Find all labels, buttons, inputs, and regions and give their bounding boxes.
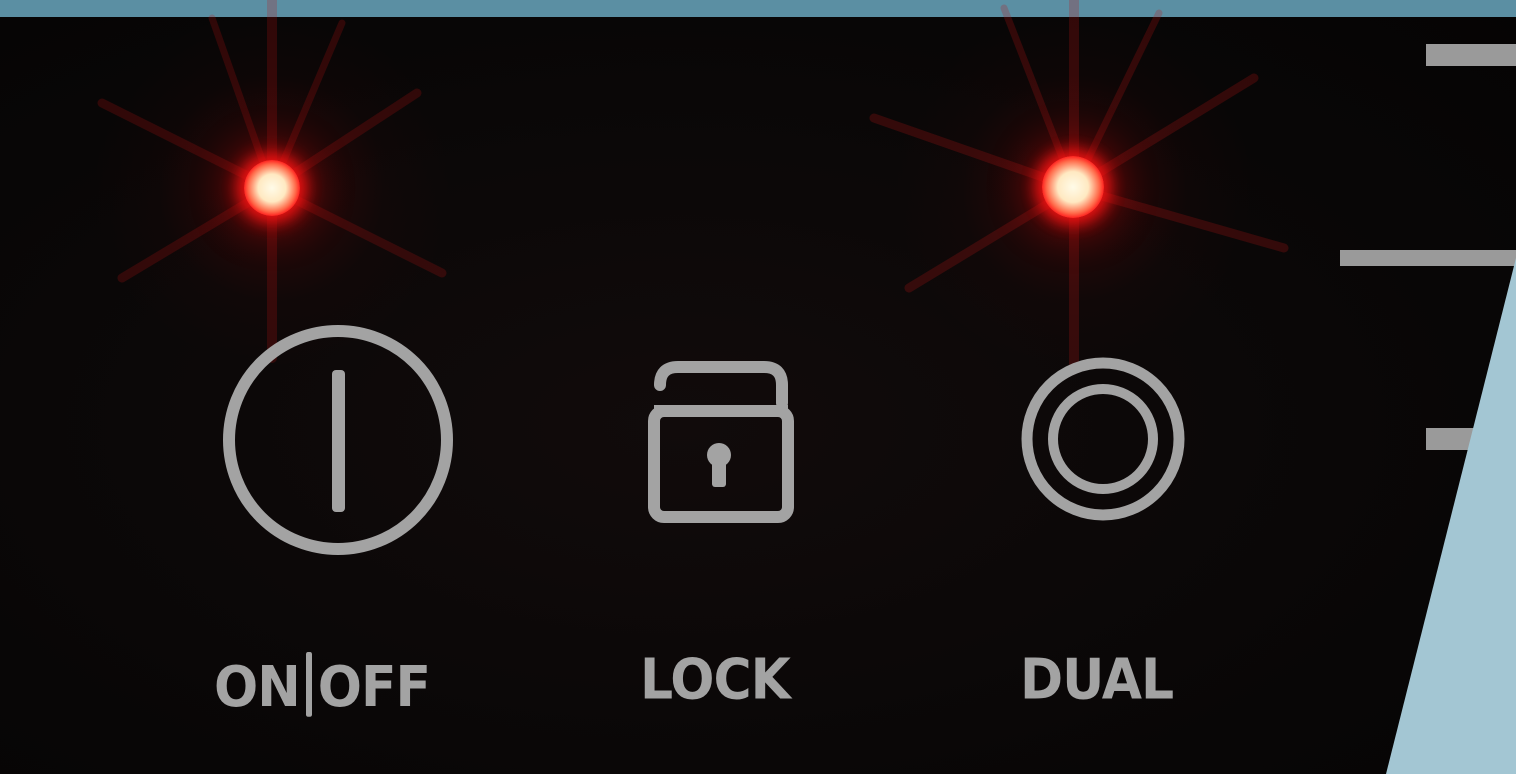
slider-mark-middle xyxy=(1340,250,1516,266)
cooktop-control-panel: ON OFF LOCK DUAL xyxy=(0,0,1516,774)
slider-mark-top xyxy=(1426,44,1516,66)
right-edge-overlay xyxy=(1340,44,1516,774)
blue-wedge xyxy=(1386,258,1516,774)
